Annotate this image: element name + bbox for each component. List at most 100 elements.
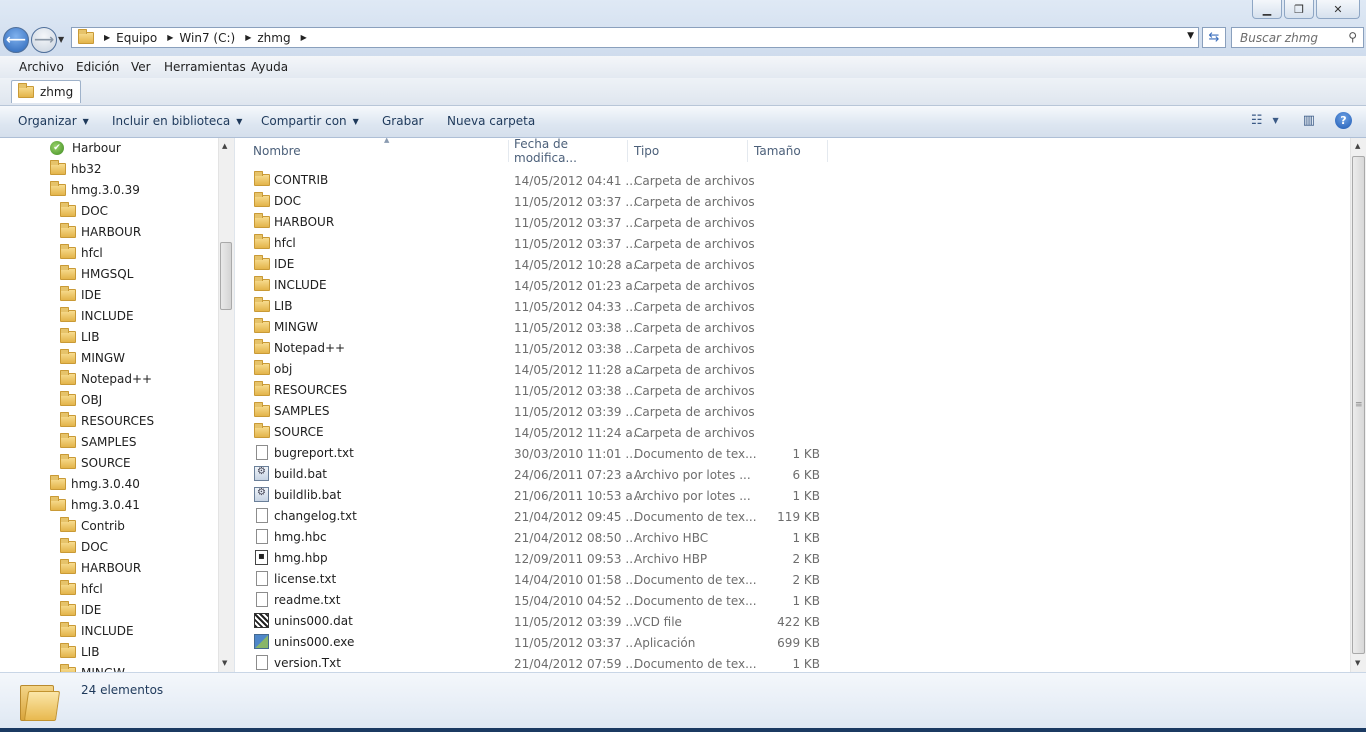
- file-row[interactable]: Notepad++ 11/05/2012 03:38 ... Carpeta de …: [248, 338, 848, 359]
- scrollbar-thumb[interactable]: [220, 242, 232, 310]
- file-row[interactable]: obj 14/05/2012 11:28 a... Carpeta de archi…: [248, 359, 848, 380]
- tree-item[interactable]: DOC: [60, 201, 108, 221]
- tree-item[interactable]: Contrib: [60, 516, 125, 536]
- file-row[interactable]: buildlib.bat 21/06/2011 10:53 a...Archivo…: [248, 485, 848, 506]
- minimize-icon[interactable]: ▁: [1252, 0, 1282, 19]
- tree-item[interactable]: HARBOUR: [60, 558, 141, 578]
- file-row[interactable]: CONTRIB 14/05/2012 04:41 ... Carpeta de ar…: [248, 170, 848, 191]
- file-row[interactable]: changelog.txt 21/04/2012 09:45 ... Documen…: [248, 506, 848, 527]
- tree-item[interactable]: SAMPLES: [60, 432, 137, 452]
- file-row[interactable]: version.Txt 21/04/2012 07:59 ... Documento…: [248, 653, 848, 672]
- tree-item[interactable]: LIB: [60, 327, 99, 347]
- tree-item[interactable]: hb32: [50, 159, 102, 179]
- refresh-button[interactable]: ⇆: [1202, 27, 1226, 48]
- file-row[interactable]: hmg.hbc 21/04/2012 08:50 ... Archivo HBC 1 …: [248, 527, 848, 548]
- tree-item[interactable]: IDE: [60, 600, 101, 620]
- file-row[interactable]: IDE 14/05/2012 10:28 a... Carpeta de archi…: [248, 254, 848, 275]
- file-row[interactable]: SOURCE 14/05/2012 11:24 a... Carpeta de ar…: [248, 422, 848, 443]
- burn-button[interactable]: Grabar: [382, 114, 424, 128]
- pane-splitter[interactable]: [234, 138, 235, 672]
- close-icon[interactable]: ✕: [1316, 0, 1360, 19]
- tree-item[interactable]: HMGSQL: [60, 264, 133, 284]
- restore-icon[interactable]: ❐: [1284, 0, 1314, 19]
- chevron-right-icon[interactable]: ▶: [245, 33, 251, 42]
- scroll-down-icon[interactable]: ▼: [1355, 659, 1360, 667]
- file-row[interactable]: unins000.exe 11/05/2012 03:37 ... Aplicaci…: [248, 632, 848, 653]
- tree-item[interactable]: ✔ Harbour: [50, 138, 121, 158]
- share-with-button[interactable]: Compartir con ▼: [261, 114, 359, 128]
- chevron-right-icon[interactable]: ▶: [167, 33, 173, 42]
- preview-pane-icon[interactable]: ▥: [1303, 113, 1315, 128]
- file-row[interactable]: build.bat 24/06/2011 07:23 a...Archivo po…: [248, 464, 848, 485]
- file-row[interactable]: hmg.hbp 12/09/2011 09:53 ...Archivo HBP 2 …: [248, 548, 848, 569]
- tree-item[interactable]: SOURCE: [60, 453, 131, 473]
- file-list[interactable]: Nombre ▲ Fecha de modifica... Tipo Tamañ…: [236, 138, 1350, 672]
- file-row[interactable]: unins000.dat 11/05/2012 03:39 ... VCD file…: [248, 611, 848, 632]
- address-bar[interactable]: ▶ Equipo ▶ Win7 (C:) ▶ zhmg ▶ ▼: [71, 27, 1199, 48]
- tree-item[interactable]: MINGW: [60, 348, 125, 368]
- search-input[interactable]: Buscar zhmg ⚲: [1231, 27, 1364, 48]
- file-row[interactable]: hfcl 11/05/2012 03:37 ... Carpeta de archi…: [248, 233, 848, 254]
- chevron-right-icon[interactable]: ▶: [104, 33, 110, 42]
- column-header-size[interactable]: Tamaño: [748, 140, 828, 162]
- tree-item[interactable]: Notepad++: [60, 369, 152, 389]
- menu-archivo[interactable]: Archivo: [19, 60, 64, 74]
- tree-item[interactable]: RESOURCES: [60, 411, 154, 431]
- tree-item[interactable]: hmg.3.0.39: [50, 180, 140, 200]
- forward-button[interactable]: ⟶: [31, 27, 57, 53]
- column-header-type[interactable]: Tipo: [628, 140, 748, 162]
- menu-edicion[interactable]: Edición: [76, 60, 119, 74]
- navigation-pane-scrollbar[interactable]: ▲ ▼: [218, 138, 234, 672]
- tree-item[interactable]: INCLUDE: [60, 306, 134, 326]
- tab-zhmg[interactable]: zhmg: [11, 80, 82, 103]
- breadcrumb-win7[interactable]: Win7 (C:): [179, 31, 235, 45]
- tree-item[interactable]: IDE: [60, 285, 101, 305]
- tree-item[interactable]: hmg.3.0.40: [50, 474, 140, 494]
- file-row[interactable]: DOC 11/05/2012 03:37 ... Carpeta de archiv…: [248, 191, 848, 212]
- scroll-up-icon[interactable]: ▲: [1355, 142, 1360, 150]
- back-button[interactable]: ⟵: [3, 27, 29, 53]
- menu-herramientas[interactable]: Herramientas: [164, 60, 246, 74]
- help-icon[interactable]: ?: [1335, 112, 1352, 129]
- column-header-name[interactable]: Nombre ▲: [247, 138, 509, 162]
- view-dropdown-icon[interactable]: ▼: [1273, 116, 1279, 125]
- file-row[interactable]: RESOURCES 11/05/2012 03:38 ... Carpeta de …: [248, 380, 848, 401]
- new-folder-button[interactable]: Nueva carpeta: [447, 114, 535, 128]
- tree-item[interactable]: INCLUDE: [60, 621, 134, 641]
- menu-ver[interactable]: Ver: [131, 60, 151, 74]
- file-list-scrollbar[interactable]: ▲ ≡ ▼: [1350, 138, 1366, 672]
- recent-pages-dropdown-icon[interactable]: ▼: [58, 35, 64, 44]
- scroll-up-icon[interactable]: ▲: [222, 142, 227, 150]
- text-file-icon: [256, 508, 268, 523]
- tree-item[interactable]: hmg.3.0.41: [50, 495, 140, 515]
- file-row[interactable]: MINGW 11/05/2012 03:38 ... Carpeta de arch…: [248, 317, 848, 338]
- menu-ayuda[interactable]: Ayuda: [251, 60, 288, 74]
- tree-item[interactable]: MINGW: [60, 663, 125, 672]
- folder-icon: [60, 328, 76, 343]
- file-row[interactable]: SAMPLES 11/05/2012 03:39 ... Carpeta de ar…: [248, 401, 848, 422]
- change-view-icon[interactable]: ☷: [1251, 113, 1263, 128]
- scroll-down-icon[interactable]: ▼: [222, 659, 227, 667]
- breadcrumb-zhmg[interactable]: zhmg: [257, 31, 290, 45]
- tree-item[interactable]: hfcl: [60, 243, 103, 263]
- tree-item[interactable]: OBJ: [60, 390, 102, 410]
- file-row[interactable]: LIB 11/05/2012 04:33 ... Carpeta de archiv…: [248, 296, 848, 317]
- organize-button[interactable]: Organizar ▼: [18, 114, 89, 128]
- file-row[interactable]: readme.txt 15/04/2010 04:52 ... Documento …: [248, 590, 848, 611]
- column-header-date[interactable]: Fecha de modifica...: [508, 138, 628, 165]
- tree-item[interactable]: LIB: [60, 642, 99, 662]
- address-dropdown-icon[interactable]: ▼: [1187, 31, 1194, 41]
- navigation-pane[interactable]: ✔ Harbour hb32 hmg.3.0.39 DOC HARBOUR hfcl HMGS…: [0, 138, 218, 672]
- file-row[interactable]: license.txt 14/04/2010 01:58 ... Documento…: [248, 569, 848, 590]
- tree-item[interactable]: HARBOUR: [60, 222, 141, 242]
- tree-item[interactable]: hfcl: [60, 579, 103, 599]
- breadcrumb-equipo[interactable]: Equipo: [116, 31, 157, 45]
- include-in-library-button[interactable]: Incluir en biblioteca ▼: [112, 114, 242, 128]
- file-row[interactable]: HARBOUR 11/05/2012 03:37 ... Carpeta de ar…: [248, 212, 848, 233]
- file-name: build.bat: [274, 467, 327, 481]
- file-row[interactable]: INCLUDE 14/05/2012 01:23 a... Carpeta de a…: [248, 275, 848, 296]
- chevron-right-icon[interactable]: ▶: [301, 33, 307, 42]
- file-row[interactable]: bugreport.txt 30/03/2010 11:01 ... Documen…: [248, 443, 848, 464]
- search-icon[interactable]: ⚲: [1348, 30, 1357, 44]
- tree-item[interactable]: DOC: [60, 537, 108, 557]
